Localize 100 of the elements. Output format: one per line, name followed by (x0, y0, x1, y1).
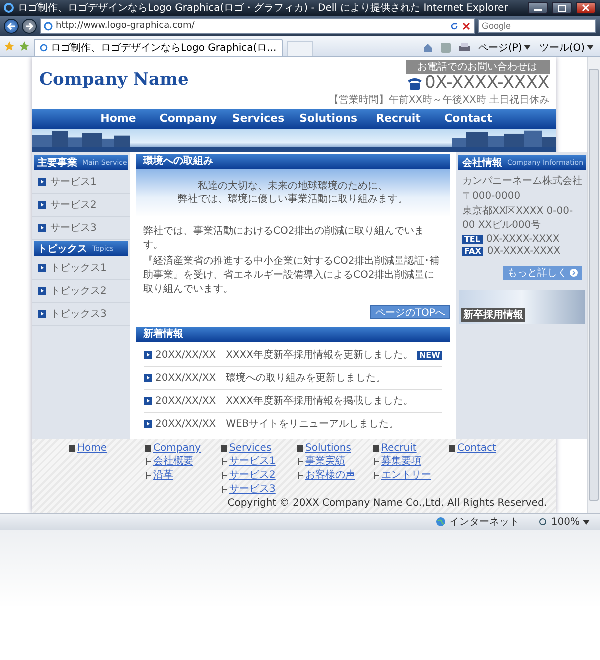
page-top-button[interactable]: ページのTOPへ (370, 305, 450, 319)
bullet-icon (144, 445, 150, 452)
minimize-button[interactable] (528, 2, 548, 14)
footer-link[interactable]: Company (154, 443, 202, 454)
globe-icon (436, 517, 446, 527)
maximize-icon (558, 4, 566, 12)
nav-link[interactable]: Home (86, 109, 150, 129)
page-icon (44, 22, 53, 30)
printer-icon (459, 42, 470, 52)
toolbar-menu[interactable]: ツール(O) (537, 39, 596, 56)
footer-link[interactable]: 事業実績 (306, 454, 346, 468)
contact-label: お電話でのお問い合わせは (406, 60, 550, 74)
section-heading: 環境への取組み (136, 154, 450, 169)
toolbar-menu[interactable]: ページ(P) (476, 39, 534, 56)
branch-icon (222, 458, 226, 464)
footer-link[interactable]: Solutions (306, 443, 352, 454)
copyright-text: Copyright © 20XX Company Name Co.,Ltd. All Rights Reserved. (228, 498, 548, 509)
footer-link[interactable]: Recruit (382, 443, 417, 454)
nav-link[interactable]: Services (226, 109, 290, 129)
contact-tag: TEL (462, 235, 482, 244)
branch-icon (146, 472, 150, 478)
bullet-icon (38, 178, 46, 186)
branch-icon (222, 472, 226, 478)
bullet-icon (144, 351, 152, 359)
nav-link[interactable]: Solutions (296, 109, 360, 129)
close-button[interactable] (576, 2, 596, 14)
news-item[interactable]: 20XX/XX/XX 環境への取り組みを更新しました。 (144, 367, 442, 390)
branch-icon (374, 472, 378, 478)
sidebar-heading: 主要事業 (38, 156, 78, 170)
phone-number: 0X-XXXX-XXXX (424, 74, 550, 93)
recruit-banner-label: 新卒採用情報 (461, 308, 526, 322)
company-info-text: 〒000-0000 (461, 190, 522, 204)
body-text: 弊社では、事業活動におけるCO2排出の削減に取り組んでいます。 (142, 225, 426, 253)
star-icon (4, 40, 15, 52)
caret-icon (587, 45, 594, 50)
nav-link[interactable]: Recruit (366, 109, 430, 129)
bullet-icon (448, 445, 454, 452)
branch-icon (374, 458, 378, 464)
bullet-icon (38, 264, 46, 272)
scrollbar[interactable] (587, 57, 600, 513)
nav-link[interactable]: Contact (436, 109, 500, 129)
bullet-icon (372, 445, 378, 452)
browser-tab[interactable]: ロゴ制作、ロゴデザインならLogo Graphica(ロ... (34, 39, 283, 56)
footer-link[interactable]: エントリー (382, 468, 432, 482)
branch-icon (298, 458, 302, 464)
branch-icon (146, 458, 150, 464)
footer-link[interactable]: お客様の声 (306, 468, 356, 482)
news-item[interactable]: 20XX/XX/XX WEBサイトをリニューアルしました。 (144, 413, 442, 435)
sidebar-heading: トピックス (38, 242, 88, 256)
browser-logo-icon (4, 3, 14, 13)
bullet-icon (38, 310, 46, 318)
nav-link[interactable]: Company (156, 109, 220, 129)
footer-link[interactable]: サービス2 (230, 468, 276, 482)
sidebar-link[interactable]: サービス1 (32, 171, 130, 194)
section-heading: 新着情報 (136, 327, 450, 342)
footer-link[interactable]: サービス1 (230, 454, 276, 468)
sidebar-link[interactable]: サービス3 (32, 217, 130, 240)
sidebar-link[interactable]: サービス2 (32, 194, 130, 217)
bullet-icon (38, 201, 46, 209)
maximize-button[interactable] (552, 2, 572, 14)
caret-icon (583, 520, 590, 524)
company-info-text: 東京都XX区XXXX 0-00-00 XXビル000号 (461, 205, 574, 233)
bullet-icon (296, 445, 302, 452)
page-icon (40, 44, 48, 52)
sidebar-link[interactable]: トピックス1 (32, 257, 130, 280)
stop-icon (462, 22, 471, 30)
sidebar-link[interactable]: トピックス2 (32, 280, 130, 303)
more-details-button[interactable]: もっと詳しく (503, 266, 582, 280)
address-field[interactable]: http://www.logo-graphica.com/ (40, 18, 475, 34)
branch-icon (298, 472, 302, 478)
body-text: 『経済産業省の推進する中小企業に対するCO2排出削減量認証･補助事業』を受け、省エネルギー設備導入によるCO2排出削減量に取り組んでいます。 (142, 255, 441, 297)
forward-arrow-icon (25, 22, 34, 30)
company-name: Company Name (40, 70, 189, 90)
refresh-icon (450, 22, 459, 30)
contact-number: 0X-XXXX-XXXX (487, 246, 561, 257)
footer-link[interactable]: 会社概要 (154, 454, 194, 468)
zoom-level[interactable]: 100% (539, 516, 590, 528)
footer-link[interactable]: Contact (458, 443, 496, 454)
news-item[interactable]: 20XX/XX/XX XXXX年度新卒採用情報を更新しました。 NEW (144, 344, 442, 367)
search-field[interactable]: Google (478, 19, 596, 33)
footer-link[interactable]: Home (78, 443, 108, 454)
new-badge: NEW (417, 350, 442, 360)
footer-link[interactable]: Services (230, 443, 272, 454)
bullet-icon (68, 445, 74, 452)
security-zone: インターネット (436, 515, 520, 529)
forward-button[interactable] (22, 18, 37, 34)
sidebar-link[interactable]: トピックス3 (32, 303, 130, 326)
footer-link[interactable]: サービス3 (230, 482, 276, 496)
back-button[interactable] (4, 18, 19, 34)
news-item[interactable]: 20XX/XX/XX XXXX年度新卒採用情報を掲載しました。 (144, 390, 442, 413)
branch-icon (222, 486, 226, 492)
bullet-icon (38, 224, 46, 232)
contact-tag: FAX (462, 247, 484, 256)
recruit-banner[interactable]: 新卒採用情報 (459, 290, 586, 324)
window-title: ロゴ制作、ロゴデザインならLogo Graphica(ロゴ・グラフィカ) - Dell により提供された Internet Explorer (18, 2, 510, 15)
footer-link[interactable]: 募集要項 (382, 454, 422, 468)
footer-link[interactable]: 沿革 (154, 468, 174, 482)
telephone-icon (406, 77, 423, 90)
company-info-text: カンパニーネーム株式会社 (461, 175, 584, 189)
back-arrow-icon (7, 22, 16, 30)
